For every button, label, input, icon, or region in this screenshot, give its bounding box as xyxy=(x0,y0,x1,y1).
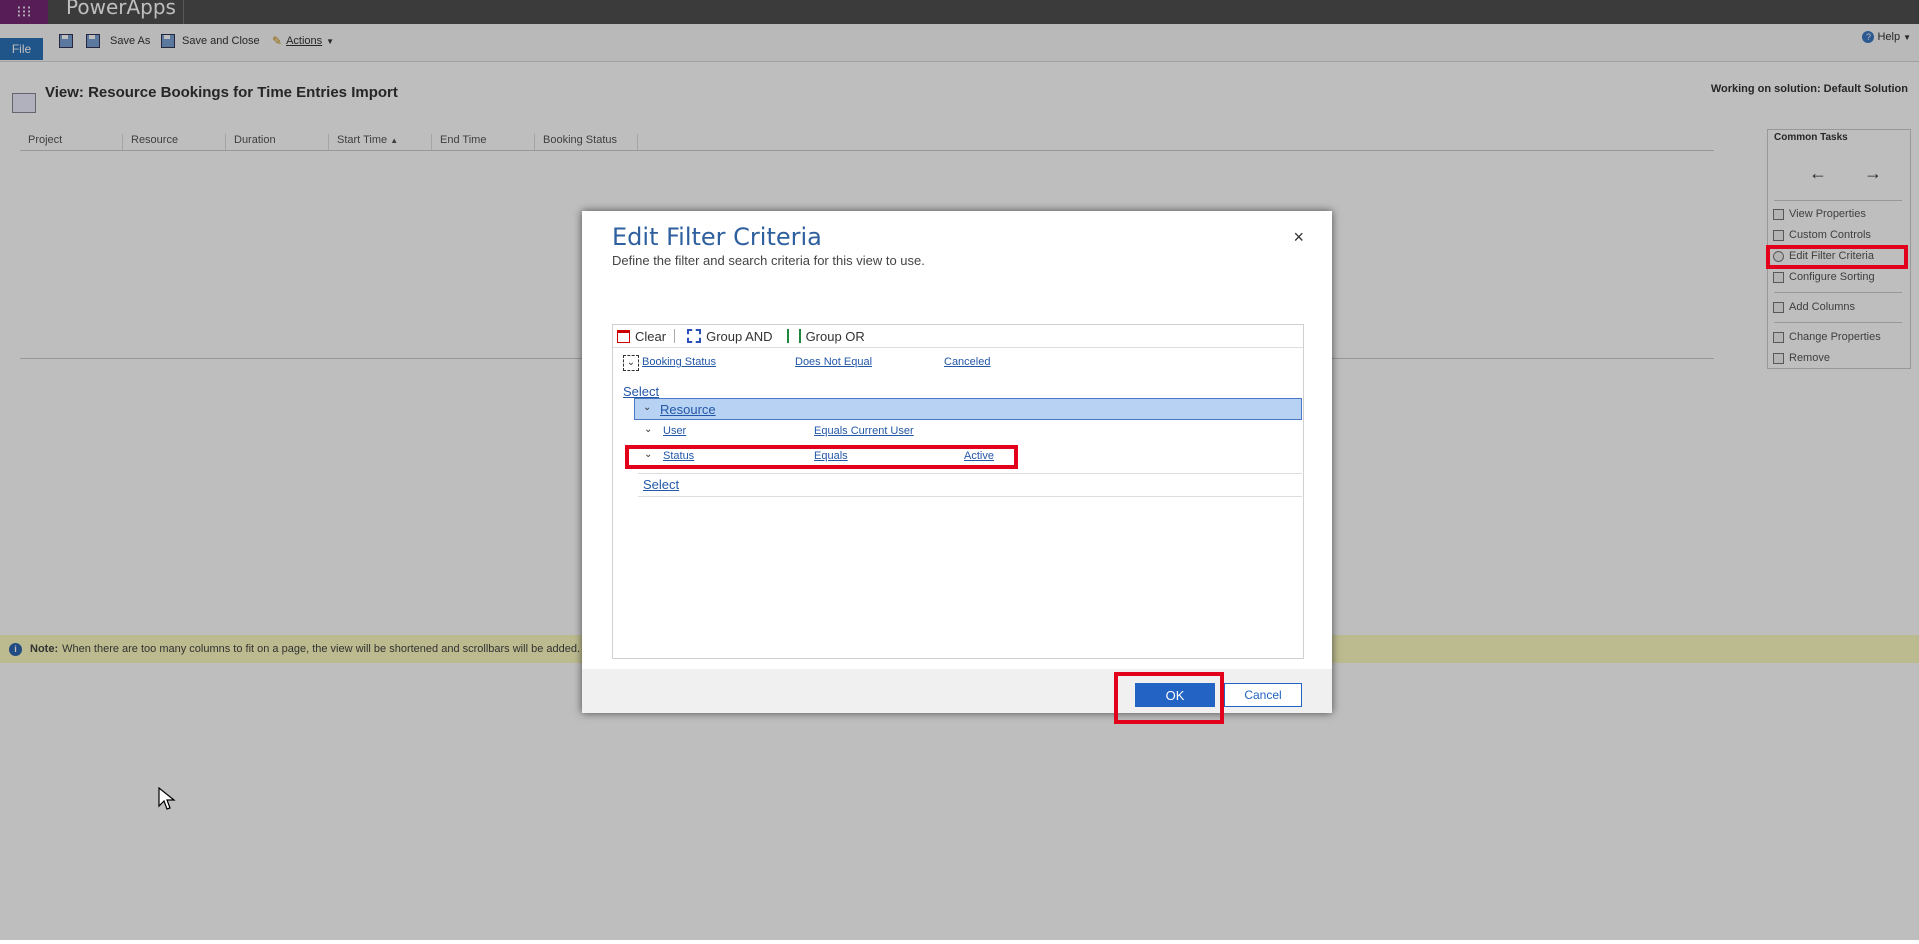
group-resource-row[interactable]: ⌄ Resource xyxy=(634,398,1302,420)
group-and-label: Group AND xyxy=(706,328,773,344)
dialog-footer: OK Cancel xyxy=(582,669,1332,724)
group-or-label: Group OR xyxy=(805,328,865,344)
group-divider xyxy=(638,496,1302,497)
bottom-strip xyxy=(0,940,1919,944)
row2-field[interactable]: User xyxy=(663,425,686,437)
row1-field[interactable]: Booking Status xyxy=(642,356,716,368)
highlight-ok-button xyxy=(1114,672,1224,724)
chevron-down-icon[interactable]: ⌄ xyxy=(623,355,639,371)
group-or-button[interactable]: Group OR xyxy=(786,328,865,344)
clear-button[interactable]: Clear xyxy=(617,329,666,344)
chevron-down-icon[interactable]: ⌄ xyxy=(643,402,651,413)
group-and-button[interactable]: Group AND xyxy=(687,328,773,344)
row1-operator[interactable]: Does Not Equal xyxy=(795,356,872,368)
mouse-cursor-icon xyxy=(158,787,176,810)
select-field-link[interactable]: Select xyxy=(623,384,659,399)
edit-filter-dialog: Edit Filter Criteria × Define the filter… xyxy=(582,211,1332,724)
clear-icon xyxy=(617,329,630,343)
group-and-icon xyxy=(687,329,702,343)
clear-label: Clear xyxy=(635,328,667,344)
group-divider xyxy=(638,473,1302,474)
filter-editor: Clear Group AND Group OR ⌄ Booking Statu… xyxy=(612,324,1304,659)
cancel-button[interactable]: Cancel xyxy=(1224,683,1302,707)
dialog-title: Edit Filter Criteria xyxy=(612,223,822,251)
group-or-icon xyxy=(786,329,801,343)
close-icon[interactable]: × xyxy=(1293,227,1304,248)
dialog-subtitle: Define the filter and search criteria fo… xyxy=(612,253,925,268)
toolbar-divider xyxy=(674,329,676,343)
highlight-status-row xyxy=(625,445,1018,469)
select-group-field-link[interactable]: Select xyxy=(643,477,679,492)
row1-value[interactable]: Canceled xyxy=(944,356,990,368)
row2-operator[interactable]: Equals Current User xyxy=(814,425,914,437)
filter-toolbar: Clear Group AND Group OR xyxy=(613,325,1303,348)
highlight-edit-filter-criteria xyxy=(1766,245,1908,269)
group-entity-link[interactable]: Resource xyxy=(660,402,716,417)
chevron-down-icon[interactable]: ⌄ xyxy=(644,424,652,435)
